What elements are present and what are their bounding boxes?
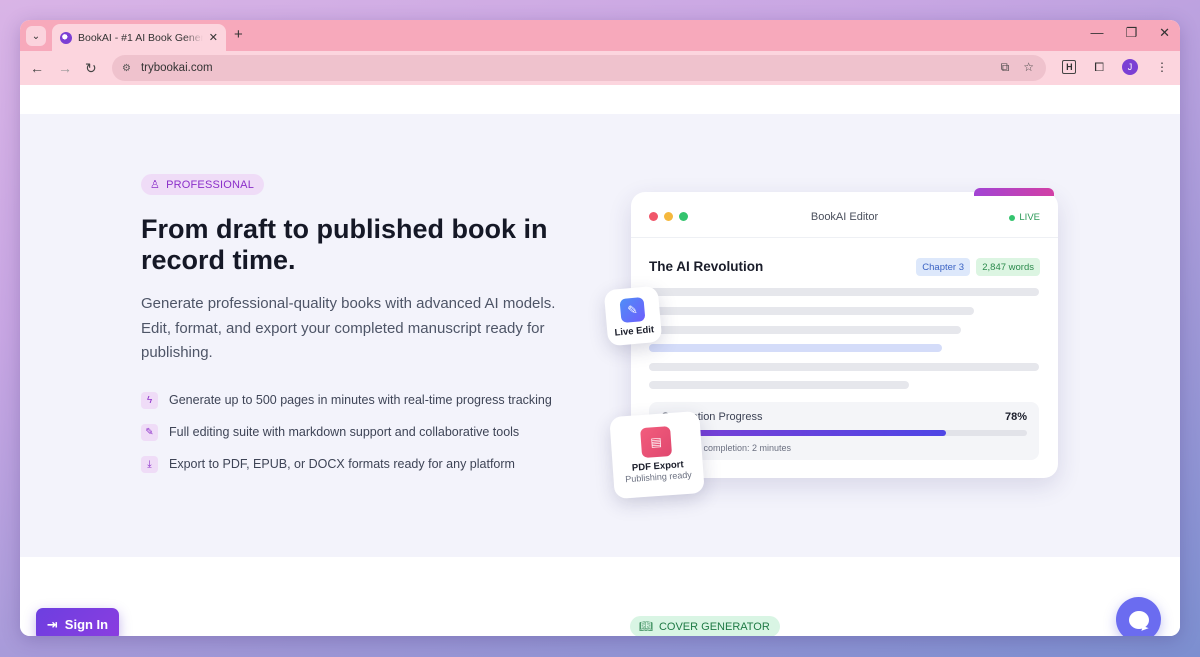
sign-in-icon: ⇥ xyxy=(46,616,58,632)
close-window-icon[interactable]: ✕ xyxy=(1159,25,1170,41)
editor-title: BookAI Editor xyxy=(810,211,879,223)
download-icon: ⤓ xyxy=(141,455,158,473)
tab-title: BookAI - #1 AI Book Generator xyxy=(78,31,203,44)
live-label: LIVE xyxy=(1019,212,1040,223)
active-tab[interactable]: BookAI - #1 AI Book Generator ✕ xyxy=(52,24,226,51)
text-line-placeholder xyxy=(649,307,974,315)
feature-item: ✎ Full editing suite with markdown suppo… xyxy=(141,416,552,448)
progress-track xyxy=(661,430,1027,436)
forward-icon[interactable]: → xyxy=(58,60,72,76)
text-line-placeholder xyxy=(649,326,961,334)
feature-text: Generate up to 500 pages in minutes with… xyxy=(169,393,552,407)
professional-badge: ♙ PROFESSIONAL xyxy=(141,174,265,195)
reload-icon[interactable]: ↻ xyxy=(85,60,97,77)
live-status: LIVE xyxy=(1009,212,1040,223)
chapter-chip: Chapter 3 xyxy=(916,258,970,276)
word-count-chip: 2,847 words xyxy=(976,258,1040,276)
window-controls: — ❐ ✕ xyxy=(1090,25,1170,41)
bookmark-star-icon[interactable]: ☆ xyxy=(1023,60,1034,75)
new-tab-button[interactable]: + xyxy=(234,26,243,43)
feature-item: ⤓ Export to PDF, EPUB, or DOCX formats r… xyxy=(141,448,552,480)
browser-menu-icon[interactable]: ⋮ xyxy=(1156,60,1168,74)
live-dot-icon xyxy=(1009,214,1016,221)
award-icon: ♙ xyxy=(150,179,161,191)
bookai-favicon-icon xyxy=(60,31,72,44)
hero-title: From draft to published book in record t… xyxy=(141,214,548,275)
bolt-icon: ϟ xyxy=(141,391,158,409)
sign-in-label: Sign In xyxy=(64,617,109,632)
address-bar[interactable]: ⚙ trybookai.com ⧉ ☆ xyxy=(112,55,1046,81)
badge-label: PROFESSIONAL xyxy=(166,178,255,191)
sign-in-button[interactable]: ⇥ Sign In xyxy=(36,608,119,636)
feature-text: Full editing suite with markdown support… xyxy=(169,425,520,439)
progress-percent: 78% xyxy=(1004,411,1027,423)
book-open-icon: 📖︎ xyxy=(639,621,653,633)
hero-subtitle: Generate professional-quality books with… xyxy=(141,295,556,361)
extension-h-icon[interactable]: H xyxy=(1062,60,1077,74)
editor-divider xyxy=(631,237,1058,238)
feature-item: ϟ Generate up to 500 pages in minutes wi… xyxy=(141,384,552,416)
generation-progress-panel: Generation Progress 78% Estimated comple… xyxy=(649,402,1039,460)
live-edit-label: Live Edit xyxy=(614,324,655,339)
profile-avatar[interactable]: J xyxy=(1122,59,1138,75)
tab-close-icon[interactable]: ✕ xyxy=(209,31,218,44)
pdf-export-card: ▤ PDF Export Publishing ready xyxy=(609,410,705,500)
install-app-icon[interactable]: ⧉ xyxy=(1001,60,1010,75)
restore-icon[interactable]: ❐ xyxy=(1125,25,1137,41)
feature-text: Export to PDF, EPUB, or DOCX formats rea… xyxy=(169,457,515,471)
live-edit-card: ✎ Live Edit xyxy=(603,285,663,347)
feature-list: ϟ Generate up to 500 pages in minutes wi… xyxy=(141,384,552,480)
editor-ribbon xyxy=(974,188,1054,196)
cover-badge-label: COVER GENERATOR xyxy=(658,620,770,633)
text-line-placeholder xyxy=(649,381,909,389)
address-url: trybookai.com xyxy=(140,62,213,74)
page-viewport: ♙ PROFESSIONAL From draft to published b… xyxy=(20,85,1180,636)
chat-bubble-icon xyxy=(1128,610,1149,629)
highlighted-line-placeholder xyxy=(649,344,942,352)
tab-bar: ⌄ BookAI - #1 AI Book Generator ✕ + — ❐ … xyxy=(20,20,1180,51)
document-icon: ▤ xyxy=(640,426,673,459)
browser-window: ⌄ BookAI - #1 AI Book Generator ✕ + — ❐ … xyxy=(20,20,1180,636)
back-icon[interactable]: ← xyxy=(30,60,44,76)
progress-fill xyxy=(661,430,947,436)
minimize-icon[interactable]: — xyxy=(1090,25,1103,41)
tab-search-button[interactable]: ⌄ xyxy=(26,26,46,46)
extensions-puzzle-icon[interactable]: ⧠ xyxy=(1094,60,1104,75)
cover-generator-badge: 📖︎ COVER GENERATOR xyxy=(630,616,780,636)
hero-section: ♙ PROFESSIONAL From draft to published b… xyxy=(20,114,1180,557)
browser-toolbar: ← → ↻ ⚙ trybookai.com ⧉ ☆ H ⧠ J ⋮ xyxy=(20,51,1180,85)
doc-title: The AI Revolution xyxy=(649,259,764,274)
site-info-icon[interactable]: ⚙ xyxy=(122,63,131,74)
pencil-icon: ✎ xyxy=(141,423,158,441)
chat-widget-button[interactable] xyxy=(1116,597,1161,636)
text-line-placeholder xyxy=(649,363,1039,371)
edit-pen-icon: ✎ xyxy=(619,297,646,324)
text-line-placeholder xyxy=(649,288,1039,296)
